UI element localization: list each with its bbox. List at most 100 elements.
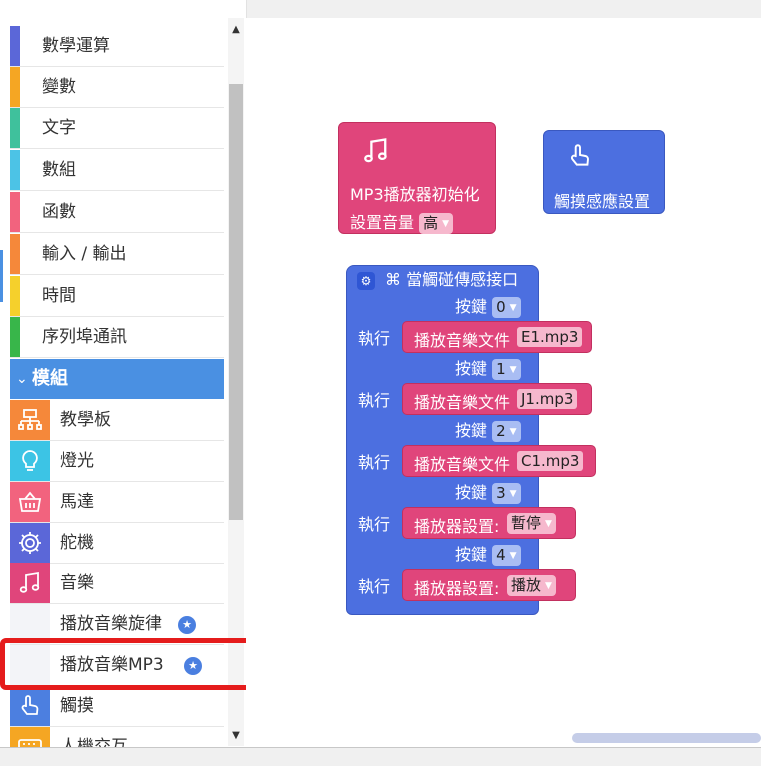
category-label: 時間 — [42, 286, 76, 306]
key-value: 3 — [496, 484, 506, 502]
toolbox-scrollbar[interactable]: ▲ ▼ — [228, 18, 244, 746]
file-name-value[interactable]: E1.mp3 — [517, 327, 583, 347]
block-touch-setup[interactable]: 觸摸感應設置 — [543, 130, 665, 214]
category-label: 數學運算 — [42, 36, 110, 56]
key-dropdown[interactable]: 2 ▼ — [492, 421, 521, 442]
player-mode-dropdown[interactable]: 暫停 ▼ — [507, 513, 556, 534]
block-title: MP3播放器初始化 — [350, 185, 480, 204]
category-label: 模組 — [32, 368, 68, 389]
module-music[interactable]: 音樂 — [10, 563, 224, 604]
block-workspace[interactable]: MP3播放器初始化 設置音量 高 ▼ 觸摸感應設置 ⚙ ⌘ 當觸碰傳感接口 按鍵 … — [246, 18, 761, 747]
exec-label: 執行 — [358, 515, 391, 534]
case-row: 按鍵 1 ▼ — [455, 358, 521, 380]
category-text[interactable]: 文字 — [10, 108, 224, 149]
key-label: 按鍵 — [455, 359, 488, 378]
category-color-bar — [10, 26, 20, 66]
volume-value: 高 — [423, 214, 439, 232]
category-label: 文字 — [42, 118, 76, 138]
toolbox-panel: 數學運算 變數 文字 數組 函數 輸入 / 輸出 時間 序列埠通訊 ⌄ 模組 教… — [0, 0, 247, 747]
module-servo[interactable]: 舵機 — [10, 523, 224, 564]
key-dropdown[interactable]: 0 ▼ — [492, 297, 521, 318]
bulb-icon — [10, 441, 50, 481]
block-play-file[interactable]: 播放音樂文件 J1.mp3 — [402, 383, 592, 415]
star-badge-icon: ★ — [178, 616, 196, 634]
dropdown-arrow-icon: ▼ — [442, 218, 450, 229]
touch-hand-icon — [566, 141, 594, 175]
block-player-setting[interactable]: 播放器設置: 暫停 ▼ — [402, 507, 576, 539]
module-label: 人機交互 — [60, 737, 128, 747]
block-player-setting[interactable]: 播放器設置: 播放 ▼ — [402, 569, 576, 601]
dropdown-arrow-icon: ▼ — [509, 488, 517, 499]
category-serial[interactable]: 序列埠通訊 — [10, 317, 224, 358]
category-color-bar — [10, 67, 20, 107]
music-note-icon — [10, 563, 50, 603]
key-value: 2 — [496, 422, 506, 440]
case-row: 按鍵 0 ▼ — [455, 296, 521, 318]
player-mode-value: 暫停 — [511, 514, 542, 532]
dropdown-arrow-icon: ▼ — [509, 550, 517, 561]
dropdown-arrow-icon: ▼ — [509, 364, 517, 375]
key-label: 按鍵 — [455, 421, 488, 440]
key-label: 按鍵 — [455, 483, 488, 502]
exec-label: 執行 — [358, 453, 391, 472]
exec-label: 執行 — [358, 391, 391, 410]
category-modules[interactable]: ⌄ 模組 — [10, 359, 224, 399]
scroll-down-arrow-icon[interactable]: ▼ — [228, 728, 244, 744]
scroll-up-arrow-icon[interactable]: ▲ — [228, 22, 244, 38]
module-board[interactable]: 教學板 — [10, 400, 224, 441]
key-value: 1 — [496, 360, 506, 378]
block-title: ⌘ 當觸碰傳感接口 — [385, 270, 519, 289]
module-label: 馬達 — [60, 492, 94, 512]
action-label: 播放器設置: — [414, 579, 500, 598]
key-label: 按鍵 — [455, 297, 488, 316]
servo-gear-icon — [10, 523, 50, 563]
block-title: 觸摸感應設置 — [554, 192, 651, 211]
key-dropdown[interactable]: 3 ▼ — [492, 483, 521, 504]
category-functions[interactable]: 函數 — [10, 192, 224, 233]
category-arrays[interactable]: 數組 — [10, 150, 224, 191]
module-touch[interactable]: 觸摸 — [10, 686, 224, 727]
file-name-value[interactable]: C1.mp3 — [517, 451, 584, 471]
category-io[interactable]: 輸入 / 輸出 — [10, 234, 224, 275]
category-color-bar — [10, 234, 20, 274]
highlight-box — [0, 638, 260, 690]
block-mp3-init[interactable]: MP3播放器初始化 設置音量 高 ▼ — [338, 122, 496, 234]
motor-icon — [10, 482, 50, 522]
module-label: 音樂 — [60, 573, 94, 593]
key-label: 按鍵 — [455, 545, 488, 564]
toolbox-edge-marker — [0, 250, 3, 302]
touch-hand-icon — [10, 686, 50, 726]
dropdown-arrow-icon: ▼ — [509, 426, 517, 437]
action-label: 播放音樂文件 — [414, 393, 511, 412]
block-play-file[interactable]: 播放音樂文件 E1.mp3 — [402, 321, 592, 353]
category-variables[interactable]: 變數 — [10, 67, 224, 108]
module-light[interactable]: 燈光 — [10, 441, 224, 482]
module-label: 燈光 — [60, 451, 94, 471]
module-label: 教學板 — [60, 410, 111, 430]
key-value: 4 — [496, 546, 506, 564]
settings-gear-icon[interactable]: ⚙ — [357, 272, 375, 290]
category-time[interactable]: 時間 — [10, 276, 224, 317]
action-label: 播放器設置: — [414, 517, 500, 536]
key-dropdown[interactable]: 1 ▼ — [492, 359, 521, 380]
block-play-file[interactable]: 播放音樂文件 C1.mp3 — [402, 445, 596, 477]
key-dropdown[interactable]: 4 ▼ — [492, 545, 521, 566]
module-motor[interactable]: 馬達 — [10, 482, 224, 523]
chevron-down-icon: ⌄ — [16, 371, 28, 387]
category-math[interactable]: 數學運算 — [10, 26, 224, 67]
category-label: 函數 — [42, 202, 76, 222]
player-mode-dropdown[interactable]: 播放 ▼ — [507, 575, 556, 596]
file-name-value[interactable]: J1.mp3 — [517, 389, 578, 409]
action-label: 播放音樂文件 — [414, 455, 511, 474]
category-color-bar — [10, 317, 20, 357]
player-mode-value: 播放 — [511, 576, 542, 594]
module-label: 舵機 — [60, 533, 94, 553]
workspace-horizontal-scrollbar[interactable] — [572, 733, 761, 743]
volume-dropdown[interactable]: 高 ▼ — [419, 213, 454, 234]
category-label: 輸入 / 輸出 — [42, 244, 127, 264]
module-hmi[interactable]: 人機交互 — [10, 727, 224, 747]
action-label: 播放音樂文件 — [414, 331, 511, 350]
case-row: 按鍵 4 ▼ — [455, 544, 521, 566]
scroll-thumb[interactable] — [229, 84, 243, 520]
top-strip — [244, 0, 761, 18]
